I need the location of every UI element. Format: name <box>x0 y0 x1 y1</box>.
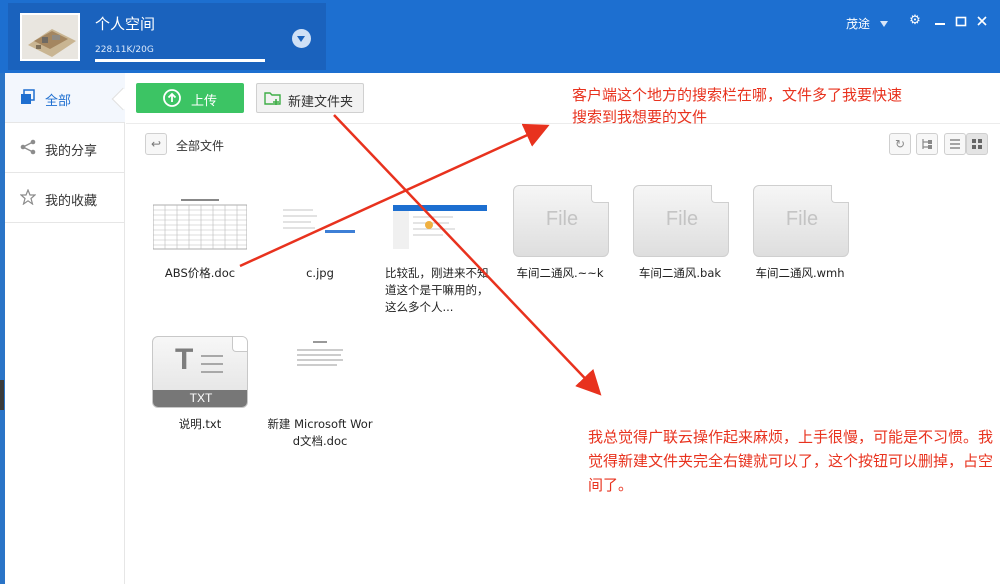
file-thumbnail <box>145 185 255 263</box>
file-item[interactable]: T TXT 说明.txt <box>152 336 262 436</box>
file-name: 比较乱，刚进来不知道这个是干嘛用的，这么多个人... <box>385 266 489 314</box>
file-name: 车间二通风.bak <box>638 266 722 280</box>
maximize-icon[interactable] <box>953 12 969 30</box>
grid-view-icon[interactable] <box>966 133 988 155</box>
file-item[interactable]: File 车间二通风.bak <box>615 185 729 285</box>
file-name: 车间二通风.wmh <box>755 266 845 280</box>
sidebar-item-label: 全部 <box>45 94 72 109</box>
star-icon <box>19 188 37 207</box>
file-name: 车间二通风.~~k <box>516 266 604 280</box>
upload-cloud-icon <box>162 89 182 107</box>
sidebar: 全部 我的分享 我的收藏 <box>0 73 125 584</box>
space-switcher[interactable]: 个人空间 228.11K/20G <box>8 3 326 70</box>
close-icon[interactable] <box>974 12 990 30</box>
file-thumbnail: File <box>495 185 609 263</box>
space-title: 个人空间 <box>95 15 156 33</box>
sidebar-item-label: 我的收藏 <box>45 194 98 209</box>
file-icon: File <box>513 185 609 257</box>
file-item[interactable]: 比较乱，刚进来不知道这个是干嘛用的，这么多个人... <box>385 185 495 314</box>
refresh-icon[interactable]: ↻ <box>889 133 911 155</box>
file-thumbnail <box>265 336 375 414</box>
file-icon: File <box>753 185 849 257</box>
file-item[interactable]: File 车间二通风.~~k <box>495 185 609 285</box>
file-thumbnail: File <box>615 185 729 263</box>
chevron-down-icon[interactable] <box>292 29 311 48</box>
title-bar: 个人空间 228.11K/20G 茂途 ⚙ <box>0 0 1000 73</box>
file-item[interactable]: 新建 Microsoft Word文档.doc <box>265 336 375 448</box>
folder-plus-icon <box>264 90 282 106</box>
quota-text: 228.11K/20G <box>95 45 154 55</box>
caret-down-icon[interactable] <box>880 21 888 27</box>
tree-view-icon[interactable] <box>916 133 938 155</box>
minimize-icon[interactable] <box>932 12 948 30</box>
new-folder-button[interactable]: 新建文件夹 <box>256 83 364 113</box>
file-item[interactable]: c.jpg <box>265 185 375 305</box>
sidebar-item-favorites[interactable]: 我的收藏 <box>5 173 125 223</box>
quota-bar <box>95 59 265 62</box>
txt-file-icon: T TXT <box>152 336 248 408</box>
annotation-search: 客户端这个地方的搜索栏在哪，文件多了我要快速搜索到我想要的文件 <box>572 86 903 126</box>
breadcrumb: 全部文件 <box>176 139 225 153</box>
file-name: ABS价格.doc <box>164 266 236 280</box>
share-icon <box>19 139 37 157</box>
file-thumbnail: File <box>735 185 849 263</box>
space-avatar <box>20 13 80 61</box>
gear-icon[interactable]: ⚙ <box>907 12 923 30</box>
file-thumbnail <box>265 185 375 263</box>
upload-button[interactable]: 上传 <box>136 83 244 113</box>
app-window: 个人空间 228.11K/20G 茂途 ⚙ 全部 我的分享 我的收藏 上传 新建… <box>0 0 1000 584</box>
file-name: 新建 Microsoft Word文档.doc <box>267 417 373 448</box>
new-folder-label: 新建文件夹 <box>288 95 354 110</box>
upload-label: 上传 <box>191 94 218 109</box>
sidebar-item-all[interactable]: 全部 <box>5 73 125 123</box>
file-icon: File <box>633 185 729 257</box>
file-item[interactable]: ABS价格.doc <box>145 185 255 305</box>
list-view-icon[interactable] <box>944 133 966 155</box>
file-item[interactable]: File 车间二通风.wmh <box>735 185 849 285</box>
file-thumbnail <box>385 185 495 263</box>
annotation-new-folder: 我总觉得广联云操作起来麻烦，上手很慢，可能是不习惯。我觉得新建文件夹完全右键就可… <box>588 428 994 494</box>
sidebar-item-label: 我的分享 <box>45 144 98 159</box>
file-name: c.jpg <box>306 266 334 280</box>
username[interactable]: 茂途 <box>846 15 870 32</box>
edge-artifact <box>0 380 4 410</box>
sidebar-item-share[interactable]: 我的分享 <box>5 123 125 173</box>
layers-icon <box>19 89 37 107</box>
back-icon[interactable]: ↩ <box>145 133 167 155</box>
file-name: 说明.txt <box>178 417 222 431</box>
